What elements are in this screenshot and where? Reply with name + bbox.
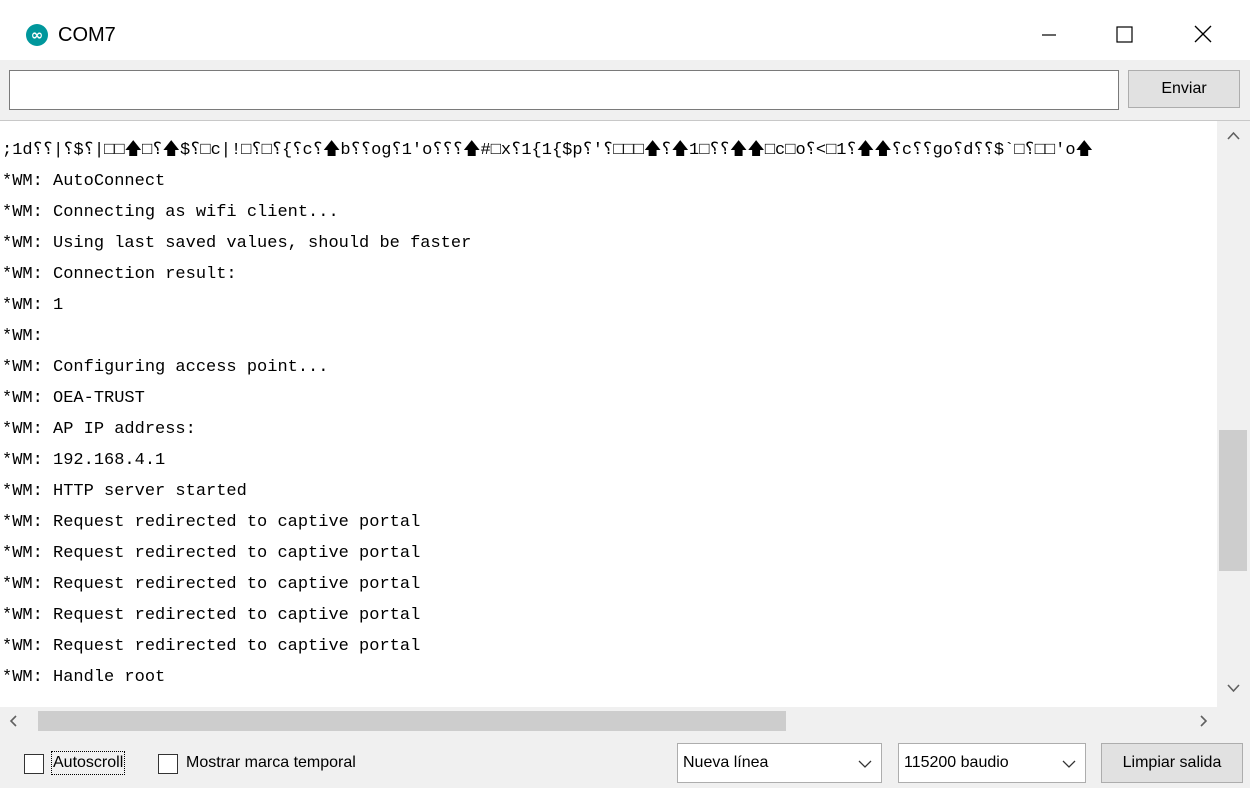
timestamp-label[interactable]: Mostrar marca temporal xyxy=(186,752,356,774)
output-line: *WM: OEA-TRUST xyxy=(2,389,145,408)
scrollbar-corner xyxy=(1217,707,1250,735)
serial-output-text: ;1d⸮⸮|⸮$⸮|□□🡅□⸮🡅$⸮□c|!□⸮□⸮{⸮c⸮🡅b⸮⸮og⸮1'o… xyxy=(0,135,1217,711)
vertical-scroll-thumb[interactable] xyxy=(1219,430,1247,571)
output-line: *WM: Request redirected to captive porta… xyxy=(2,575,421,594)
output-line: *WM: Connecting as wifi client... xyxy=(2,203,339,222)
chevron-up-icon xyxy=(1227,131,1240,140)
serial-output-panel[interactable]: ;1d⸮⸮|⸮$⸮|□□🡅□⸮🡅$⸮□c|!□⸮□⸮{⸮c⸮🡅b⸮⸮og⸮1'o… xyxy=(0,120,1250,735)
chevron-down-icon xyxy=(858,760,872,768)
output-line: ;1d⸮⸮|⸮$⸮|□□🡅□⸮🡅$⸮□c|!□⸮□⸮{⸮c⸮🡅b⸮⸮og⸮1'o… xyxy=(2,141,1094,160)
close-button[interactable] xyxy=(1180,12,1226,56)
autoscroll-checkbox[interactable] xyxy=(24,754,44,774)
minimize-button[interactable] xyxy=(1025,12,1071,56)
scroll-up-button[interactable] xyxy=(1217,121,1250,151)
line-ending-value: Nueva línea xyxy=(683,754,769,771)
output-line: *WM: 192.168.4.1 xyxy=(2,451,166,470)
close-icon xyxy=(1194,25,1212,43)
output-line: *WM: Request redirected to captive porta… xyxy=(2,637,421,656)
output-line: *WM: Using last saved values, should be … xyxy=(2,234,472,253)
chevron-down-icon xyxy=(1062,760,1076,768)
bottom-toolbar: Autoscroll Mostrar marca temporal Nueva … xyxy=(0,734,1250,788)
chevron-right-icon xyxy=(1200,715,1208,727)
scroll-left-button[interactable] xyxy=(0,707,30,735)
output-line: *WM: xyxy=(2,327,43,346)
scroll-down-button[interactable] xyxy=(1217,673,1250,703)
horizontal-scrollbar[interactable] xyxy=(0,707,1217,735)
autoscroll-label[interactable]: Autoscroll xyxy=(50,751,126,775)
send-button[interactable]: Enviar xyxy=(1128,70,1240,108)
output-line: *WM: 1 xyxy=(2,296,64,315)
output-line: *WM: Request redirected to captive porta… xyxy=(2,606,421,625)
timestamp-checkbox[interactable] xyxy=(158,754,178,774)
minimize-icon xyxy=(1042,34,1056,36)
output-line: *WM: HTTP server started xyxy=(2,482,247,501)
output-line: *WM: Handle root xyxy=(2,668,166,687)
baud-rate-value: 115200 baudio xyxy=(904,754,1009,771)
maximize-button[interactable] xyxy=(1101,12,1147,56)
output-line: *WM: Connection result: xyxy=(2,265,237,284)
output-line: *WM: Request redirected to captive porta… xyxy=(2,513,421,532)
send-input[interactable] xyxy=(9,70,1119,110)
arduino-logo-icon: ∞ xyxy=(26,24,48,46)
chevron-left-icon xyxy=(9,715,17,727)
scroll-right-button[interactable] xyxy=(1180,707,1217,735)
window-title: COM7 xyxy=(58,24,116,46)
baud-rate-select[interactable]: 115200 baudio xyxy=(898,743,1086,783)
vertical-scrollbar[interactable] xyxy=(1217,121,1250,707)
output-line: *WM: AP IP address: xyxy=(2,420,196,439)
maximize-icon xyxy=(1116,26,1133,43)
title-bar: ∞ COM7 xyxy=(0,0,1250,60)
output-line: *WM: AutoConnect xyxy=(2,172,166,191)
clear-output-button[interactable]: Limpiar salida xyxy=(1101,743,1243,783)
line-ending-select[interactable]: Nueva línea xyxy=(677,743,882,783)
chevron-down-icon xyxy=(1227,684,1240,693)
output-line: *WM: Request redirected to captive porta… xyxy=(2,544,421,563)
horizontal-scroll-thumb[interactable] xyxy=(38,711,786,731)
output-line: *WM: Configuring access point... xyxy=(2,358,329,377)
